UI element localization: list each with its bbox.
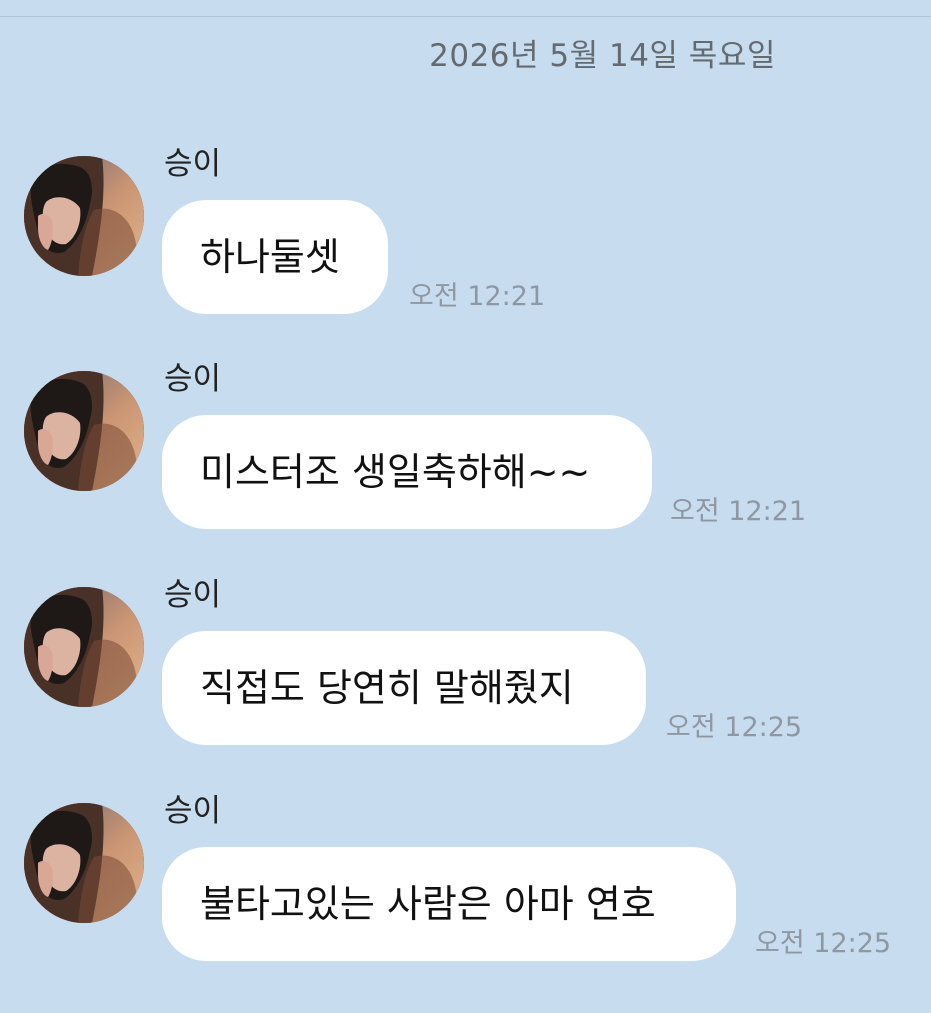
message-time: 오전 12:25 (666, 712, 803, 743)
message-bubble[interactable]: 하나둘셋 (162, 200, 388, 314)
date-header: 2026년 5월 14일 목요일 (429, 38, 776, 74)
message-text: 불타고있는 사람은 아마 연호 (200, 882, 656, 926)
message-row: 승이 불타고있는 사람은 아마 연호 오전 12:25 (0, 793, 931, 983)
message-row: 승이 직접도 당연히 말해줬지 오전 12:25 (0, 577, 931, 767)
sender-avatar[interactable] (24, 371, 144, 491)
sender-name: 승이 (164, 577, 222, 613)
sender-avatar[interactable] (24, 803, 144, 923)
message-time: 오전 12:21 (409, 281, 546, 312)
message-time: 오전 12:21 (670, 496, 807, 527)
sender-avatar[interactable] (24, 156, 144, 276)
message-text: 미스터조 생일축하해~~ (200, 450, 591, 494)
top-divider (0, 16, 931, 17)
sender-name: 승이 (164, 793, 222, 829)
message-text: 직접도 당연히 말해줬지 (200, 666, 574, 710)
avatar-image (24, 371, 144, 491)
message-bubble[interactable]: 불타고있는 사람은 아마 연호 (162, 847, 736, 961)
message-bubble[interactable]: 직접도 당연히 말해줬지 (162, 631, 646, 745)
message-text: 하나둘셋 (200, 235, 340, 279)
message-row: 승이 하나둘셋 오전 12:21 (0, 146, 931, 336)
avatar-image (24, 803, 144, 923)
message-bubble[interactable]: 미스터조 생일축하해~~ (162, 415, 652, 529)
avatar-image (24, 587, 144, 707)
message-time: 오전 12:25 (755, 928, 892, 959)
message-row: 승이 미스터조 생일축하해~~ 오전 12:21 (0, 361, 931, 551)
avatar-image (24, 156, 144, 276)
sender-name: 승이 (164, 146, 222, 182)
sender-name: 승이 (164, 361, 222, 397)
sender-avatar[interactable] (24, 587, 144, 707)
